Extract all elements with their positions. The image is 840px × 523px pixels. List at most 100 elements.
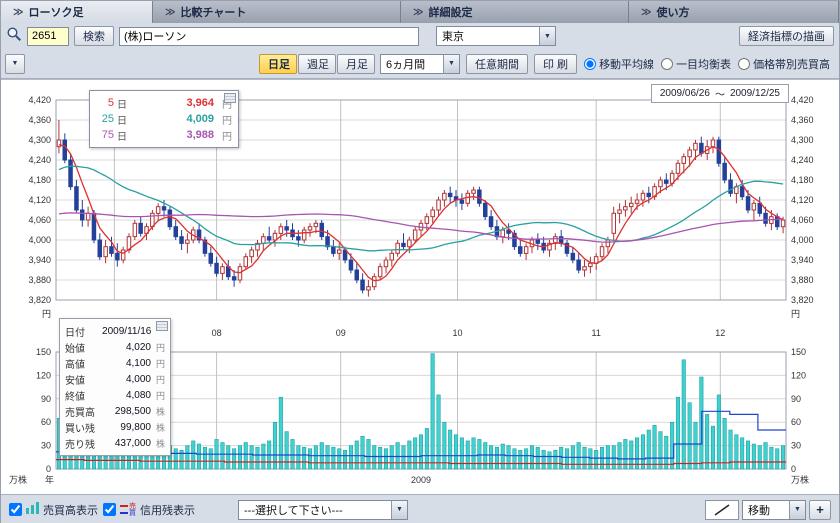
svg-text:4,120: 4,120 — [791, 195, 814, 205]
info-label: 日付 — [65, 324, 102, 339]
info-label: 高値 — [65, 356, 103, 371]
info-value: 4,080 — [103, 390, 151, 401]
exchange-select[interactable]: 東京 ▼ — [436, 26, 556, 46]
info-unit: 株 — [151, 405, 165, 418]
volume-display-checkbox-group[interactable]: 売買高表示 — [9, 502, 98, 518]
info-value: 4,020 — [103, 342, 151, 353]
svg-text:08: 08 — [212, 328, 222, 338]
tool-mode-select[interactable]: 移動 ▼ — [742, 500, 806, 520]
ma-legend-window[interactable]: 5 日 3,964 円 25 日 4,009 円 75 日 3,988 円 — [89, 90, 239, 148]
tab-comparison-chart[interactable]: ≫ 比較チャート — [153, 1, 401, 23]
print-button[interactable]: 印 刷 — [534, 54, 577, 74]
add-button[interactable]: + — [809, 500, 831, 520]
svg-text:11: 11 — [592, 328, 601, 338]
moving-average-radio[interactable] — [584, 58, 596, 70]
margin-display-checkbox-group[interactable]: 売 買 信用残表示 — [103, 502, 195, 518]
volume-display-checkbox[interactable] — [9, 503, 22, 516]
svg-text:3,820: 3,820 — [791, 295, 814, 305]
ma-value: 3,988 — [133, 129, 214, 141]
svg-text:4,060: 4,060 — [791, 215, 814, 225]
line-draw-icon — [713, 503, 731, 517]
info-label: 売り残 — [65, 436, 103, 451]
info-row-margin-buy: 買い残 99,800 株 — [65, 419, 165, 435]
double-chevron-icon: ≫ — [165, 7, 175, 18]
range-end-date: 2009/12/25 — [730, 88, 780, 99]
search-button[interactable]: 検索 — [74, 26, 114, 46]
chevron-down-icon: ▼ — [12, 60, 19, 67]
daily-period-button[interactable]: 日足 — [259, 54, 297, 74]
svg-text:90: 90 — [791, 394, 801, 404]
tab-label: 比較チャート — [180, 4, 246, 20]
ma-value: 3,964 — [133, 97, 214, 109]
monthly-period-button[interactable]: 月足 — [337, 54, 375, 74]
window-grip-icon[interactable] — [224, 93, 236, 103]
tab-how-to-use[interactable]: ≫ 使い方 — [629, 1, 839, 23]
svg-text:4,300: 4,300 — [791, 135, 814, 145]
ma-period: 25 — [96, 113, 114, 125]
info-row-date: 日付 2009/11/16 — [65, 323, 165, 339]
trend-line-tool-button[interactable] — [705, 500, 739, 520]
date-range-box: 2009/06/26 ～ 2009/12/25 — [651, 84, 789, 103]
radio-moving-average[interactable]: 移動平均線 — [584, 56, 654, 72]
svg-text:120: 120 — [36, 370, 51, 380]
radio-ichimoku[interactable]: 一目均衡表 — [661, 56, 731, 72]
tab-candlestick[interactable]: ≫ ローソク足 — [1, 1, 153, 23]
collapse-toolbar-button[interactable]: ▼ — [5, 54, 25, 74]
stock-code-input[interactable] — [27, 27, 69, 46]
info-value: 4,000 — [103, 374, 151, 385]
chevron-down-icon: ▼ — [391, 501, 407, 519]
exchange-value: 東京 — [437, 28, 539, 44]
svg-text:30: 30 — [791, 441, 801, 451]
info-label: 安値 — [65, 372, 103, 387]
indicator-select[interactable]: ---選択して下さい--- ▼ — [238, 500, 408, 520]
info-value: 298,500 — [103, 406, 151, 417]
tab-detailed-settings[interactable]: ≫ 詳細設定 — [401, 1, 629, 23]
svg-text:60: 60 — [791, 417, 801, 427]
svg-text:3,880: 3,880 — [791, 275, 814, 285]
svg-text:30: 30 — [41, 441, 51, 451]
svg-text:09: 09 — [336, 328, 346, 338]
ma-period: 5 — [96, 97, 114, 109]
range-separator: ～ — [715, 86, 725, 101]
chevron-down-icon: ▼ — [789, 501, 805, 519]
svg-text:3,880: 3,880 — [28, 275, 51, 285]
ma5-legend-row: 5 日 3,964 円 — [96, 95, 232, 111]
ichimoku-radio[interactable] — [661, 58, 673, 70]
svg-text:4,180: 4,180 — [28, 175, 51, 185]
ma75-legend-row: 75 日 3,988 円 — [96, 127, 232, 143]
svg-text:4,000: 4,000 — [791, 235, 814, 245]
radio-volume-by-price[interactable]: 価格帯別売買高 — [738, 56, 830, 72]
svg-text:150: 150 — [791, 347, 806, 357]
ma-period-unit: 日 — [117, 96, 133, 111]
svg-text:万株: 万株 — [791, 474, 809, 485]
volume-by-price-radio[interactable] — [738, 58, 750, 70]
tab-label: ローソク足 — [28, 4, 83, 20]
window-grip-icon[interactable] — [156, 321, 168, 331]
custom-period-button[interactable]: 任意期間 — [466, 54, 528, 74]
info-row-margin-sell: 売り残 437,000 株 — [65, 435, 165, 451]
svg-text:10: 10 — [452, 328, 462, 338]
info-label: 始値 — [65, 340, 103, 355]
buy-char: 買 — [129, 510, 136, 517]
info-value: 4,100 — [103, 358, 151, 369]
ma-period-unit: 日 — [117, 112, 133, 127]
svg-text:3,940: 3,940 — [28, 255, 51, 265]
search-toolbar: 検索 東京 ▼ 経済指標の描画 — [1, 23, 839, 49]
margin-display-checkbox[interactable] — [103, 503, 116, 516]
svg-text:150: 150 — [36, 347, 51, 357]
info-label: 買い残 — [65, 420, 103, 435]
range-select[interactable]: 6ヵ月間 ▼ — [380, 54, 460, 74]
svg-text:3,940: 3,940 — [791, 255, 814, 265]
economic-indicator-button[interactable]: 経済指標の描画 — [739, 26, 834, 46]
chevron-down-icon: ▼ — [539, 27, 555, 45]
tab-label: 使い方 — [656, 4, 689, 20]
svg-text:12: 12 — [715, 328, 725, 338]
weekly-period-button[interactable]: 週足 — [298, 54, 336, 74]
radio-label: 移動平均線 — [599, 56, 654, 72]
svg-text:4,240: 4,240 — [791, 155, 814, 165]
price-info-window: 日付 2009/11/16 始値 4,020 円 高値 4,100 円 安値 4… — [59, 318, 171, 456]
stock-name-input[interactable] — [119, 27, 419, 46]
svg-text:3,820: 3,820 — [28, 295, 51, 305]
info-row-low: 安値 4,000 円 — [65, 371, 165, 387]
svg-text:4,060: 4,060 — [28, 215, 51, 225]
